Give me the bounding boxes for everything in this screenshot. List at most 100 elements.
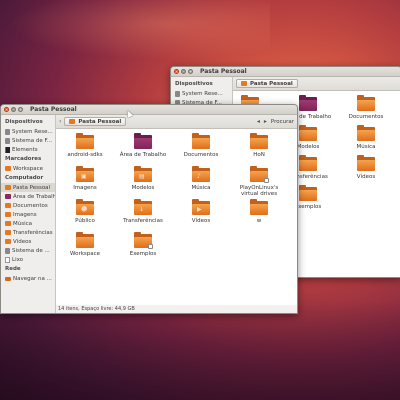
folder-item[interactable]: ▤ Modelos bbox=[118, 166, 168, 191]
folder-item[interactable]: PlayOnLinux's virtual drives bbox=[234, 166, 284, 197]
folder-item[interactable]: ▣ Imagens bbox=[60, 166, 110, 191]
sidebar-item-label: Sistema de ... bbox=[12, 247, 50, 254]
folder-icon bbox=[5, 166, 11, 171]
sidebar-item-label: Pasta Pessoal bbox=[13, 184, 51, 191]
minimize-icon[interactable]: – bbox=[181, 69, 186, 74]
folder-icon bbox=[134, 232, 153, 249]
folder-item[interactable]: Documentos bbox=[176, 133, 226, 158]
search-button[interactable]: Procurar bbox=[271, 119, 294, 125]
chevron-right-icon[interactable]: ▸ bbox=[264, 118, 267, 125]
close-icon[interactable]: × bbox=[4, 107, 9, 112]
sidebar-section-heading: Dispositivos bbox=[5, 119, 43, 125]
front-file-manager-window[interactable]: × – + Pasta Pessoal Dispositivos System R… bbox=[0, 104, 298, 314]
desktop-folder-icon bbox=[5, 194, 11, 199]
sidebar-item[interactable]: Música bbox=[1, 219, 55, 228]
sidebar-item[interactable]: Lixo bbox=[1, 255, 55, 264]
sidebar-item-label: Lixo bbox=[12, 256, 24, 263]
home-folder-icon bbox=[5, 185, 11, 190]
sidebar-section-heading: Rede bbox=[5, 266, 21, 272]
sidebar-item[interactable]: Navegar na ... bbox=[1, 274, 55, 283]
folder-icon bbox=[357, 155, 375, 171]
drive-icon bbox=[5, 128, 10, 135]
folder-label: Documentos bbox=[183, 152, 219, 158]
sidebar-item[interactable]: Pasta Pessoal bbox=[1, 183, 55, 192]
folder-icon bbox=[134, 133, 152, 149]
folder-icon bbox=[357, 125, 375, 141]
front-window-titlebar[interactable]: × – + Pasta Pessoal bbox=[1, 105, 297, 115]
folder-item[interactable]: ♪ Música bbox=[176, 166, 226, 191]
network-icon bbox=[5, 276, 11, 281]
chevron-left-icon[interactable]: ‹ bbox=[59, 118, 61, 125]
drive-icon bbox=[5, 247, 10, 254]
sidebar-item[interactable]: Área de Trabalho bbox=[1, 192, 55, 201]
folder-icon bbox=[250, 166, 269, 183]
folder-item[interactable]: ↓ Transferências bbox=[118, 199, 168, 224]
folder-icon bbox=[76, 232, 94, 248]
folder-icon bbox=[250, 133, 268, 149]
folder-icon bbox=[357, 95, 375, 111]
folder-label: Exemplos bbox=[129, 251, 157, 257]
folder-label: Documentos bbox=[348, 114, 384, 120]
folder-item[interactable]: ☻ Público bbox=[60, 199, 110, 224]
maximize-icon[interactable]: + bbox=[18, 107, 23, 112]
sidebar-item-label: Área de Trabalho bbox=[13, 193, 55, 200]
folder-icon: ▣ bbox=[76, 166, 94, 182]
front-breadcrumb[interactable]: Pasta Pessoal bbox=[64, 117, 127, 126]
folder-item[interactable]: Documentos bbox=[341, 95, 391, 120]
folder-item[interactable]: w bbox=[234, 199, 284, 224]
folder-item[interactable]: Vídeos bbox=[341, 155, 391, 180]
folder-label: w bbox=[256, 218, 262, 224]
home-folder-icon bbox=[69, 119, 76, 124]
sidebar-item[interactable]: Imagens bbox=[1, 210, 55, 219]
sidebar-item[interactable]: Documentos bbox=[1, 201, 55, 210]
folder-item[interactable]: Música bbox=[341, 125, 391, 150]
back-toolbar: Pasta Pessoal bbox=[233, 77, 400, 91]
sidebar-item-label: Música bbox=[13, 220, 33, 227]
folder-item[interactable]: Workspace bbox=[60, 232, 110, 257]
sidebar-item-label: Transferências bbox=[13, 229, 53, 236]
home-folder-icon bbox=[241, 81, 247, 86]
folder-label: Modelos bbox=[131, 185, 155, 191]
sidebar-item[interactable]: Elements bbox=[1, 145, 55, 154]
sidebar-item[interactable]: Vídeos bbox=[1, 237, 55, 246]
wallpaper-shade bbox=[0, 300, 400, 400]
folder-icon: ▤ bbox=[134, 166, 152, 182]
folder-icon bbox=[5, 203, 11, 208]
folder-icon: ☻ bbox=[76, 199, 94, 215]
minimize-icon[interactable]: – bbox=[11, 107, 16, 112]
folder-item[interactable]: android-sdks bbox=[60, 133, 110, 158]
front-main-pane: ‹ Pasta Pessoal ◂ ▸ Procurar android-sdk… bbox=[56, 115, 297, 313]
sidebar-item[interactable]: System Rese... bbox=[1, 127, 55, 136]
sidebar-item-label: Imagens bbox=[13, 211, 37, 218]
sidebar-item-label: Documentos bbox=[13, 202, 48, 209]
sidebar-item[interactable]: Transferências bbox=[1, 228, 55, 237]
folder-label: Público bbox=[75, 218, 95, 224]
folder-item[interactable]: Exemplos bbox=[118, 232, 168, 257]
back-window-titlebar[interactable]: × – + Pasta Pessoal bbox=[171, 67, 400, 77]
folder-item[interactable]: Área de Trabalho bbox=[118, 133, 168, 158]
folder-item[interactable]: ▶ Vídeos bbox=[176, 199, 226, 224]
front-window-title: Pasta Pessoal bbox=[30, 106, 77, 113]
close-icon[interactable]: × bbox=[174, 69, 179, 74]
folder-icon bbox=[192, 133, 210, 149]
folder-icon: ♪ bbox=[192, 166, 210, 182]
back-sidebar-item[interactable]: System Rese... bbox=[171, 89, 232, 98]
sidebar-item-label: Sistema de F... bbox=[12, 137, 53, 144]
folder-label: Workspace bbox=[69, 251, 101, 257]
folder-label: android-sdks bbox=[67, 152, 103, 158]
drive-icon bbox=[175, 90, 180, 97]
wallpaper-glow bbox=[10, 0, 270, 60]
folder-icon bbox=[299, 95, 317, 111]
maximize-icon[interactable]: + bbox=[188, 69, 193, 74]
sidebar-item[interactable]: Sistema de F... bbox=[1, 136, 55, 145]
chevron-left-icon[interactable]: ◂ bbox=[257, 118, 260, 125]
trash-icon bbox=[5, 256, 10, 263]
folder-label: Transferências bbox=[123, 218, 163, 224]
sidebar-item[interactable]: Sistema de ... bbox=[1, 246, 55, 255]
sidebar-item[interactable]: Workspace bbox=[1, 164, 55, 173]
sidebar-section-heading: Computador bbox=[5, 175, 44, 181]
folder-icon bbox=[5, 212, 11, 217]
folder-item[interactable]: HoN bbox=[234, 133, 284, 158]
back-breadcrumb[interactable]: Pasta Pessoal bbox=[236, 79, 298, 88]
folder-label: Música bbox=[191, 185, 211, 191]
